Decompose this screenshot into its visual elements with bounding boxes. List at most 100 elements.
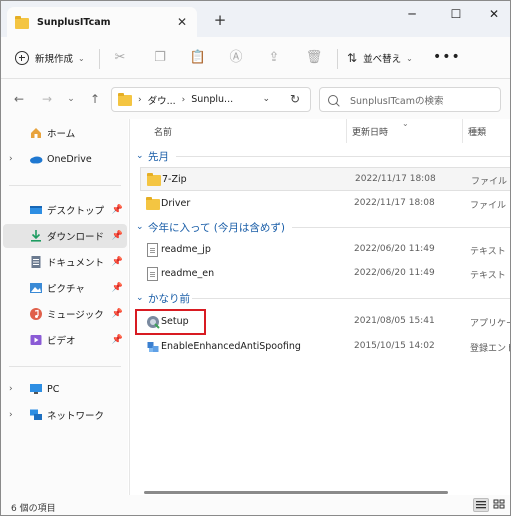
folder-icon	[147, 173, 161, 187]
list-item[interactable]: readme_jp 2022/06/20 11:49 テキスト ド	[140, 238, 510, 262]
file-type: アプリケーシ	[470, 319, 510, 329]
file-date: 2021/08/05 15:41	[354, 316, 435, 326]
close-window-button[interactable]: ✕	[479, 3, 509, 25]
chevron-down-icon: ⌄	[136, 222, 144, 232]
navigation-pane: ホーム › OneDrive デスクトップ 📌 ダウンロード 📌 ドキュメント …	[1, 119, 128, 495]
tab-close-button[interactable]: ✕	[175, 15, 189, 29]
new-button[interactable]: 新規作成 ⌄	[15, 46, 85, 70]
nav-label: PC	[47, 383, 60, 395]
list-item[interactable]: readme_en 2022/06/20 11:49 テキスト ド	[140, 262, 510, 286]
up-arrow-icon[interactable]: ↑	[87, 91, 103, 107]
search-placeholder: SunplusITcamの検索	[350, 95, 444, 107]
nav-label: ミュージック	[47, 310, 104, 321]
group-header-last-month[interactable]: ⌄ 先月	[130, 145, 510, 167]
copy-icon[interactable]: ❐	[151, 49, 169, 67]
divider	[337, 49, 338, 69]
breadcrumb-downloads[interactable]: ダウ...	[148, 93, 176, 107]
group-label: かなり前	[148, 292, 190, 305]
nav-item-documents[interactable]: ドキュメント 📌	[3, 250, 127, 274]
address-bar[interactable]: › ダウ... › Sunplu... ⌄ ↻	[111, 87, 311, 112]
new-tab-button[interactable]: +	[211, 11, 229, 29]
nav-item-music[interactable]: ミュージック 📌	[3, 302, 127, 326]
pin-icon[interactable]: 📌	[112, 205, 123, 215]
details-view-icon[interactable]	[473, 498, 489, 512]
more-options-button[interactable]: •••	[433, 49, 461, 65]
tiles-view-icon[interactable]	[492, 498, 508, 512]
registry-file-icon	[146, 340, 160, 354]
forward-arrow-icon[interactable]: →	[39, 91, 55, 107]
list-item[interactable]: 7-Zip 2022/11/17 18:08 ファイル フ	[140, 167, 510, 191]
chevron-down-icon: ⌄	[78, 53, 85, 63]
minimize-button[interactable]: ─	[397, 3, 427, 25]
file-date: 2022/11/17 18:08	[354, 198, 435, 208]
pin-icon[interactable]: 📌	[112, 283, 123, 293]
column-divider[interactable]	[346, 119, 347, 143]
expand-chevron-icon[interactable]: ›	[9, 384, 13, 394]
file-name: EnableEnhancedAntiSpoofing	[161, 341, 301, 352]
search-input[interactable]: SunplusITcamの検索	[319, 87, 501, 112]
chevron-down-icon: ⌄	[136, 151, 144, 161]
network-icon	[29, 408, 43, 422]
column-divider[interactable]	[462, 119, 463, 143]
videos-icon	[29, 333, 43, 347]
paste-icon[interactable]: 📋	[189, 49, 207, 67]
pin-icon[interactable]: 📌	[112, 309, 123, 319]
column-header-name[interactable]: 名前	[154, 125, 172, 138]
music-icon	[29, 307, 43, 321]
chevron-down-icon[interactable]: ⌄	[262, 94, 270, 104]
list-item[interactable]: Driver 2022/11/17 18:08 ファイル フ	[140, 192, 510, 216]
status-bar: 6 個の項目	[1, 495, 510, 515]
file-list: ⌄ 名前 更新日時 種類 ⌄ 先月 7-Zip 2022/11/17 18:08…	[129, 119, 510, 495]
breadcrumb-separator: ›	[138, 94, 142, 105]
file-date: 2015/10/15 14:02	[354, 341, 435, 351]
onedrive-icon	[29, 152, 43, 166]
nav-item-home[interactable]: ホーム	[3, 121, 127, 145]
file-name: 7-Zip	[162, 174, 187, 185]
file-date: 2022/06/20 11:49	[354, 244, 435, 254]
back-arrow-icon[interactable]: ←	[11, 91, 27, 107]
refresh-icon[interactable]: ↻	[290, 92, 300, 106]
new-label: 新規作成	[35, 54, 74, 65]
sort-button[interactable]: ⇅ 並べ替え ⌄	[347, 46, 413, 70]
nav-item-pc[interactable]: › PC	[3, 377, 127, 401]
file-date: 2022/11/17 18:08	[355, 174, 436, 184]
cut-icon[interactable]: ✂	[111, 49, 129, 67]
nav-label: ドキュメント	[47, 258, 105, 269]
column-header-date[interactable]: 更新日時	[352, 125, 388, 138]
recent-chevron-icon[interactable]: ⌄	[63, 91, 79, 107]
expand-chevron-icon[interactable]: ›	[9, 410, 13, 420]
pin-icon[interactable]: 📌	[112, 335, 123, 345]
folder-icon	[15, 15, 29, 29]
chevron-down-icon: ⌄	[136, 293, 144, 303]
explorer-window: SunplusITcam ✕ + ─ ☐ ✕ 新規作成 ⌄ ✂ ❐ 📋 Ⓐ ⇪ …	[0, 0, 511, 516]
horizontal-scrollbar[interactable]	[144, 491, 448, 494]
nav-label: ネットワーク	[47, 411, 105, 422]
file-date: 2022/06/20 11:49	[354, 268, 435, 278]
file-name: Driver	[161, 198, 191, 209]
column-header-type[interactable]: 種類	[468, 125, 486, 138]
expand-chevron-icon[interactable]: ›	[9, 154, 13, 164]
folder-icon	[118, 93, 132, 106]
nav-item-downloads[interactable]: ダウンロード 📌	[3, 224, 127, 248]
nav-item-onedrive[interactable]: › OneDrive	[3, 147, 127, 171]
nav-item-desktop[interactable]: デスクトップ 📌	[3, 198, 127, 222]
group-header-long-ago[interactable]: ⌄ かなり前	[130, 287, 510, 309]
delete-icon[interactable]: 🗑	[305, 49, 323, 67]
list-item[interactable]: EnableEnhancedAntiSpoofing 2015/10/15 14…	[140, 335, 510, 359]
documents-icon	[29, 255, 43, 269]
desktop-icon	[29, 203, 43, 217]
tab-sunplusitcam[interactable]: SunplusITcam ✕	[7, 7, 197, 37]
breadcrumb-sunplusitcam[interactable]: Sunplu...	[191, 94, 233, 105]
rename-icon[interactable]: Ⓐ	[227, 49, 245, 67]
nav-item-network[interactable]: › ネットワーク	[3, 403, 127, 427]
group-header-this-year[interactable]: ⌄ 今年に入って (今月は含めず)	[130, 216, 510, 238]
nav-item-videos[interactable]: ビデオ 📌	[3, 328, 127, 352]
pin-icon[interactable]: 📌	[112, 257, 123, 267]
nav-item-pictures[interactable]: ピクチャ 📌	[3, 276, 127, 300]
sort-caret-icon: ⌄	[402, 119, 409, 128]
pin-icon[interactable]: 📌	[112, 231, 123, 241]
file-type: テキスト ド	[470, 247, 510, 257]
share-icon[interactable]: ⇪	[265, 49, 283, 67]
maximize-button[interactable]: ☐	[441, 3, 471, 25]
text-file-icon	[146, 267, 160, 281]
